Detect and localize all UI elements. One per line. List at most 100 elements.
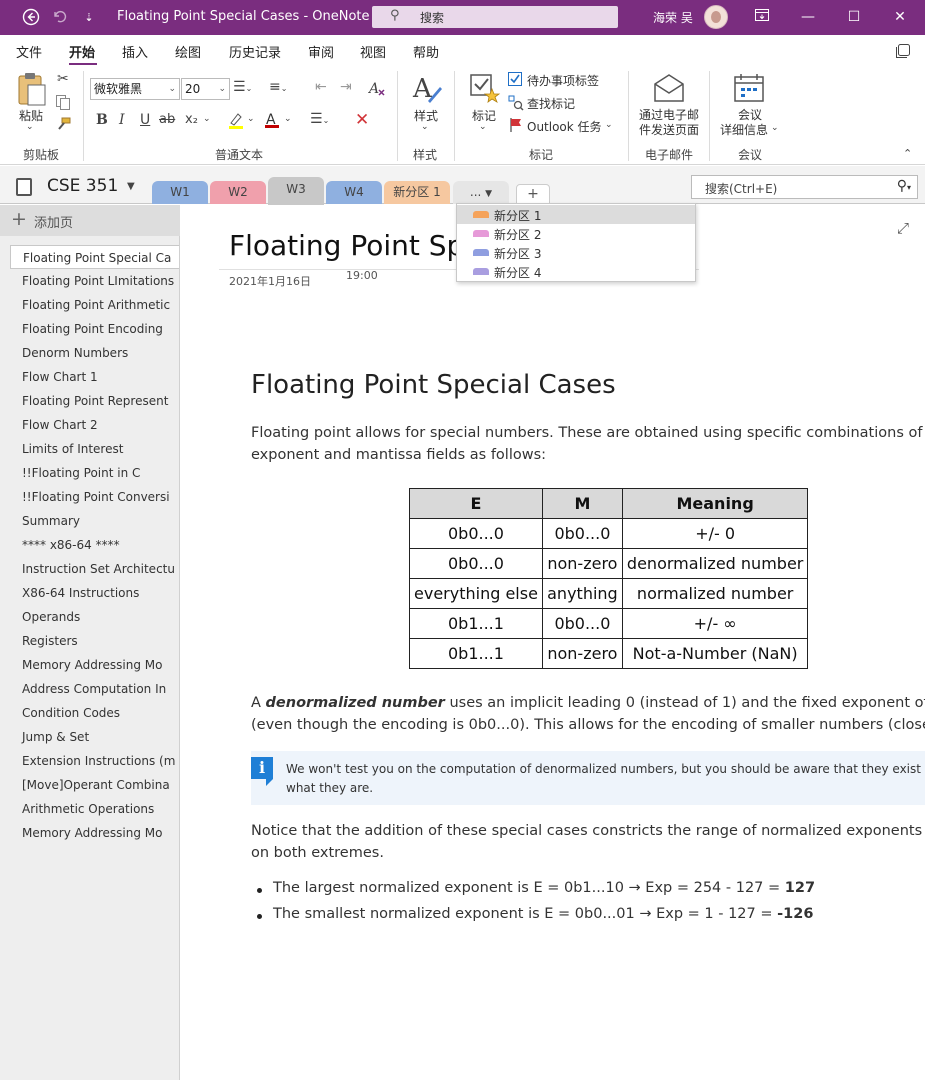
collapse-ribbon-icon[interactable]: ⌃ bbox=[903, 147, 912, 160]
format-painter-icon[interactable] bbox=[55, 117, 71, 136]
meeting-button-line2[interactable]: 详细信息 bbox=[720, 121, 768, 138]
subscript-button[interactable]: x₂ bbox=[185, 112, 198, 127]
search-icon[interactable]: ⚲▾ bbox=[897, 178, 911, 194]
notebook-icon[interactable] bbox=[16, 178, 32, 196]
delete-icon[interactable]: ✕ bbox=[355, 110, 369, 130]
more-sections-button[interactable]: ... ▼ bbox=[453, 181, 509, 204]
page-title[interactable]: Floating Point Spe bbox=[229, 229, 482, 262]
numbering-icon[interactable]: ≡⌄ bbox=[269, 79, 287, 95]
page-item[interactable]: !!Floating Point Conversi bbox=[10, 485, 179, 509]
tab-insert[interactable]: 插入 bbox=[122, 42, 148, 61]
page-item[interactable]: Floating Point LImitations bbox=[10, 269, 179, 293]
section-tab-new-1[interactable]: 新分区 1 bbox=[384, 181, 450, 204]
tab-history[interactable]: 历史记录 bbox=[229, 42, 281, 61]
align-icon[interactable]: ☰⌄ bbox=[310, 111, 329, 127]
email-page-icon[interactable] bbox=[653, 73, 685, 106]
cut-icon[interactable]: ✂ bbox=[57, 71, 69, 87]
notebook-search-box[interactable]: 搜索(Ctrl+E) ⚲▾ bbox=[691, 175, 918, 199]
page-item[interactable]: Flow Chart 2 bbox=[10, 413, 179, 437]
font-name-select[interactable]: 微软雅黑 ⌄ bbox=[90, 78, 180, 100]
page-item[interactable]: Extension Instructions (m bbox=[10, 749, 179, 773]
subscript-dropdown-icon[interactable]: ⌄ bbox=[203, 114, 211, 124]
page-item[interactable]: Operands bbox=[10, 605, 179, 629]
page-item[interactable]: Floating Point Encoding bbox=[10, 317, 179, 341]
font-color-icon[interactable]: A bbox=[262, 110, 282, 133]
highlight-icon[interactable] bbox=[226, 111, 246, 134]
tag-dropdown-icon[interactable]: ⌄ bbox=[479, 122, 487, 132]
page-item[interactable]: Floating Point Special Ca bbox=[10, 245, 179, 269]
page-item[interactable]: Limits of Interest bbox=[10, 437, 179, 461]
tab-draw[interactable]: 绘图 bbox=[175, 42, 201, 61]
back-icon[interactable] bbox=[21, 8, 41, 28]
page-content[interactable]: Floating Point Spe 2021年1月16日 19:00 ⤢ Fl… bbox=[181, 205, 925, 1080]
section-tab-w3[interactable]: W3 bbox=[268, 177, 324, 205]
font-color-dropdown-icon[interactable]: ⌄ bbox=[284, 114, 292, 124]
page-item[interactable]: !!Floating Point in C bbox=[10, 461, 179, 485]
avatar[interactable] bbox=[704, 5, 728, 29]
bold-button[interactable]: B bbox=[96, 112, 108, 128]
find-tags-icon[interactable] bbox=[508, 95, 524, 114]
dropdown-item-section-1[interactable]: 新分区 1 bbox=[457, 205, 695, 224]
section-tab-w2[interactable]: W2 bbox=[210, 181, 266, 204]
copy-icon[interactable] bbox=[55, 94, 71, 113]
maximize-button[interactable]: ☐ bbox=[831, 0, 877, 35]
tag-icon[interactable] bbox=[469, 71, 501, 110]
section-tab-w1[interactable]: W1 bbox=[152, 181, 208, 204]
ribbon-display-options-icon[interactable] bbox=[739, 0, 785, 35]
customize-quick-access-icon[interactable]: ⇣ bbox=[79, 8, 99, 28]
dropdown-item-section-2[interactable]: 新分区 2 bbox=[457, 224, 695, 243]
italic-button[interactable]: I bbox=[119, 112, 125, 128]
page-item[interactable]: Condition Codes bbox=[10, 701, 179, 725]
page-item[interactable]: **** x86-64 **** bbox=[10, 533, 179, 557]
flag-icon[interactable] bbox=[509, 117, 523, 136]
page-item[interactable]: Denorm Numbers bbox=[10, 341, 179, 365]
notebook-dropdown-icon[interactable]: ▼ bbox=[127, 181, 135, 192]
page-item[interactable]: Memory Addressing Mo bbox=[10, 653, 179, 677]
styles-icon[interactable]: A bbox=[410, 71, 444, 110]
tab-help[interactable]: 帮助 bbox=[413, 42, 439, 61]
page-item[interactable]: Arithmetic Operations bbox=[10, 797, 179, 821]
todo-checkbox-icon[interactable] bbox=[508, 72, 522, 86]
todo-tag-button[interactable]: 待办事项标签 bbox=[527, 72, 599, 89]
expand-icon[interactable]: ⤢ bbox=[897, 219, 909, 237]
page-item[interactable]: Flow Chart 1 bbox=[10, 365, 179, 389]
meeting-dropdown-icon[interactable]: ⌄ bbox=[771, 123, 779, 133]
page-item[interactable]: Floating Point Arithmetic bbox=[10, 293, 179, 317]
paste-icon[interactable] bbox=[14, 71, 48, 110]
page-item[interactable]: Address Computation In bbox=[10, 677, 179, 701]
notebook-name[interactable]: CSE 351 bbox=[47, 176, 118, 196]
search-box[interactable]: ⚲ 搜索 bbox=[372, 6, 618, 28]
bullets-icon[interactable]: ☰⌄ bbox=[233, 79, 252, 95]
close-button[interactable]: ✕ bbox=[877, 0, 923, 35]
decrease-indent-icon[interactable]: ⇤ bbox=[315, 79, 327, 95]
page-item[interactable]: Jump & Set bbox=[10, 725, 179, 749]
page-item[interactable]: Instruction Set Architectu bbox=[10, 557, 179, 581]
page-item[interactable]: [Move]Operant Combina bbox=[10, 773, 179, 797]
page-item[interactable]: Summary bbox=[10, 509, 179, 533]
clear-formatting-icon[interactable]: A bbox=[367, 79, 386, 100]
paste-dropdown-icon[interactable]: ⌄ bbox=[26, 122, 34, 132]
styles-dropdown-icon[interactable]: ⌄ bbox=[421, 122, 429, 132]
undo-icon[interactable] bbox=[50, 8, 70, 28]
outlook-tasks-dropdown-icon[interactable]: ⌄ bbox=[605, 120, 613, 130]
share-icon[interactable] bbox=[895, 43, 911, 62]
tab-view[interactable]: 视图 bbox=[360, 42, 386, 61]
email-page-button-line2[interactable]: 件发送页面 bbox=[639, 121, 699, 138]
page-item[interactable]: Memory Addressing Mo bbox=[10, 821, 179, 845]
highlight-dropdown-icon[interactable]: ⌄ bbox=[247, 114, 255, 124]
dropdown-item-section-3[interactable]: 新分区 3 bbox=[457, 243, 695, 262]
outlook-tasks-button[interactable]: Outlook 任务 bbox=[527, 118, 602, 135]
increase-indent-icon[interactable]: ⇥ bbox=[340, 79, 352, 95]
add-page-button[interactable]: + 添加页 bbox=[0, 205, 180, 236]
strikethrough-button[interactable]: ab bbox=[159, 112, 175, 127]
minimize-button[interactable]: — bbox=[785, 0, 831, 35]
font-size-select[interactable]: 20 ⌄ bbox=[181, 78, 230, 100]
dropdown-item-section-4[interactable]: 新分区 4 bbox=[457, 262, 695, 281]
underline-button[interactable]: U bbox=[140, 112, 150, 128]
meeting-details-icon[interactable] bbox=[733, 73, 765, 106]
tab-review[interactable]: 审阅 bbox=[308, 42, 334, 61]
page-item[interactable]: X86-64 Instructions bbox=[10, 581, 179, 605]
add-section-button[interactable]: + bbox=[516, 184, 550, 204]
section-tab-w4[interactable]: W4 bbox=[326, 181, 382, 204]
page-item[interactable]: Registers bbox=[10, 629, 179, 653]
